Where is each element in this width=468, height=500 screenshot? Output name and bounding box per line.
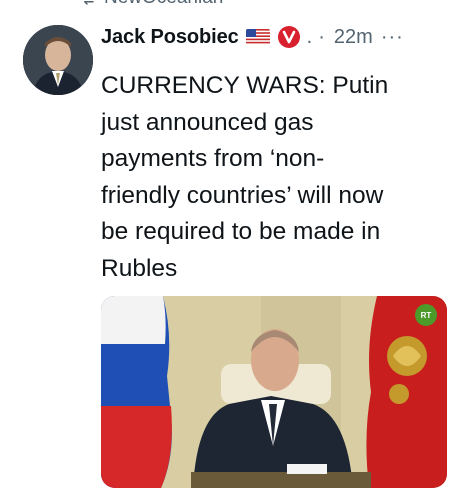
tweet-text-line: friendly countries’ will now (101, 181, 384, 209)
rt-watermark: RT (415, 304, 437, 326)
retweet-context[interactable]: NewOceanian (78, 0, 223, 8)
retweet-icon (84, 1, 94, 5)
retweet-user-label: NewOceanian (104, 0, 223, 9)
tweet-text-line: Rubles (101, 254, 178, 282)
separator-dot: · (318, 25, 325, 48)
tweet-text-line: payments from ‘non- (101, 145, 325, 173)
tweet-text-line: be required to be made in (101, 218, 381, 246)
author-name[interactable]: Jack Posobiec (101, 26, 239, 49)
handle-dot: . (306, 25, 313, 48)
tweet-text: CURRENCY WARS: Putin just announced gas … (101, 68, 453, 288)
avatar[interactable] (23, 25, 93, 95)
v-badge-icon (277, 25, 301, 49)
tweet-media[interactable]: RT (101, 296, 447, 488)
video-frame-image (101, 296, 447, 488)
avatar-image (23, 25, 93, 95)
us-flag-icon (245, 29, 270, 45)
timestamp[interactable]: 22m (334, 26, 373, 49)
tweet-text-line: just announced gas (101, 108, 314, 136)
more-options-icon[interactable]: ··· (381, 26, 404, 49)
tweet-text-line: CURRENCY WARS: Putin (101, 72, 389, 99)
tweet-header: Jack Posobiec . · 22m ··· (101, 22, 461, 52)
